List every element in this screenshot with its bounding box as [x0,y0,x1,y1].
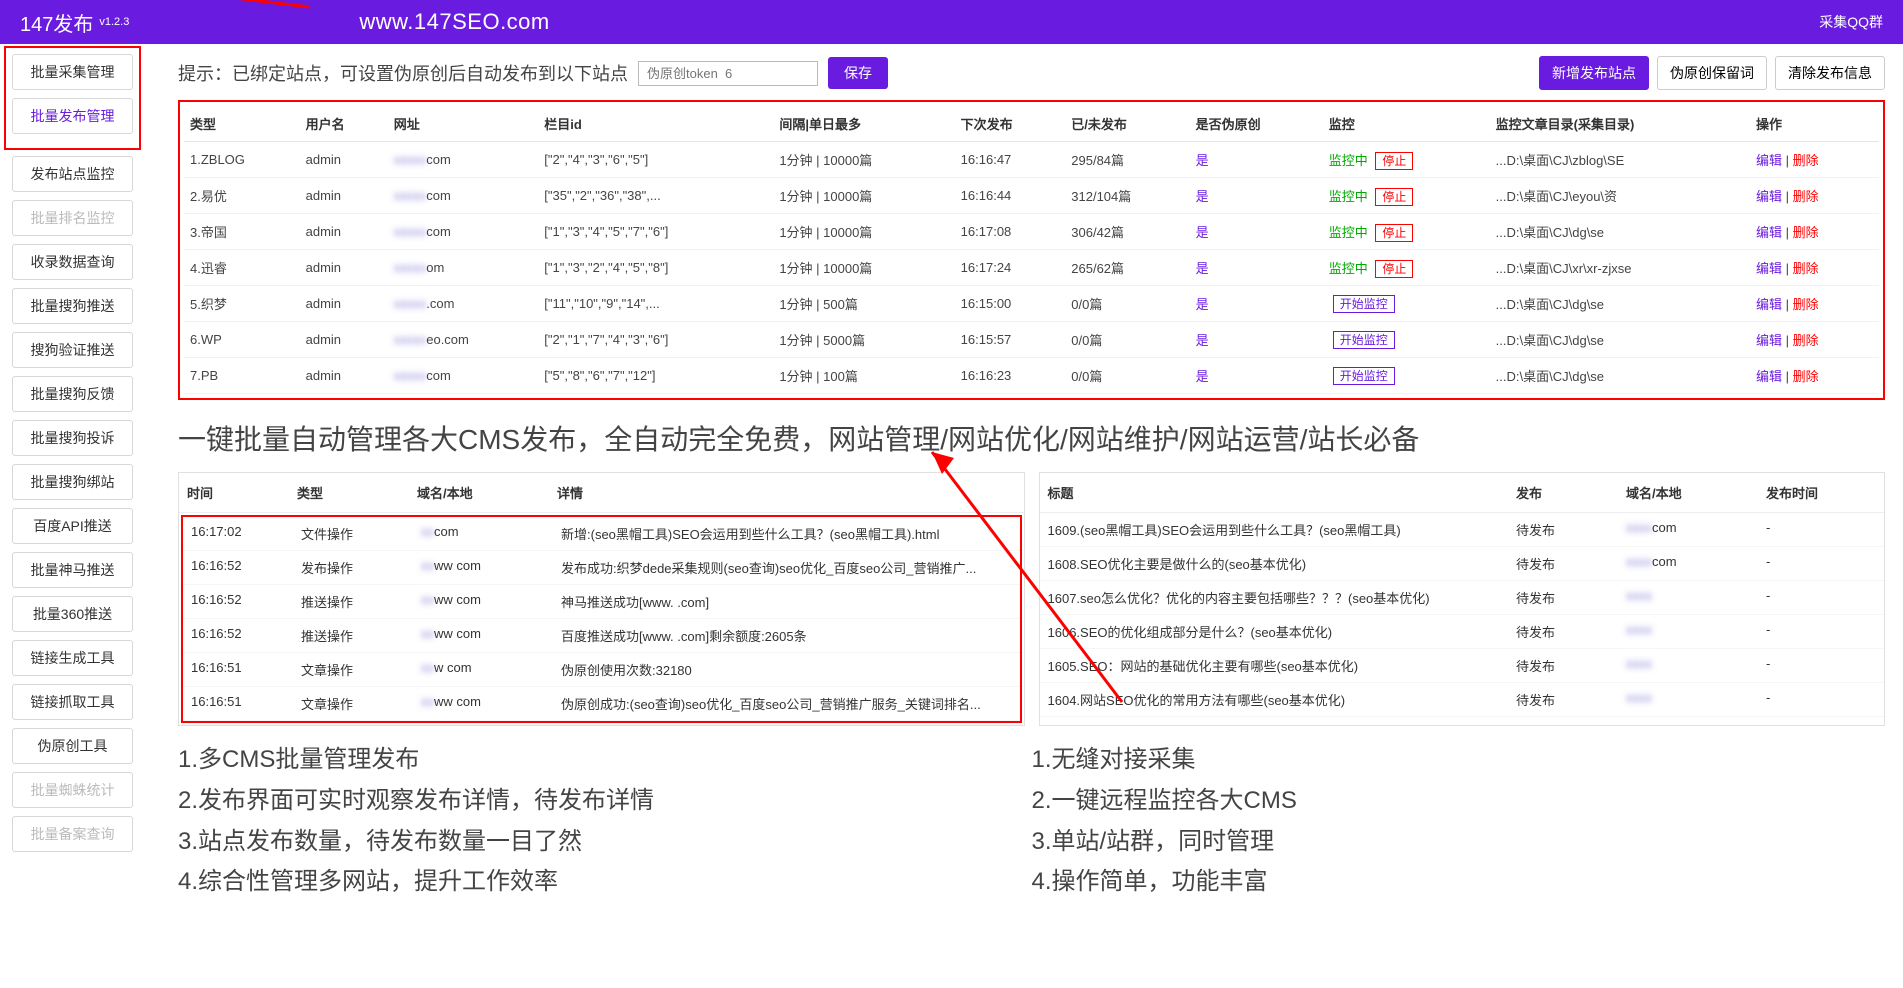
log-row: 16:16:52推送操作xxww com神马推送成功[www. .com] [183,585,1020,619]
site-table-wrap: 类型用户名网址栏目id间隔|单日最多下次发布已/未发布是否伪原创监控监控文章目录… [178,100,1885,400]
stop-monitor-button[interactable]: 停止 [1375,224,1413,242]
hint-text: 提示：已绑定站点，可设置伪原创后自动发布到以下站点 [178,60,628,86]
edit-link[interactable]: 编辑 [1756,261,1782,276]
hint-row: 提示：已绑定站点，可设置伪原创后自动发布到以下站点 保存 新增发布站点 伪原创保… [178,56,1885,90]
log-left: 时间类型域名/本地详情 16:17:02文件操作xxcom新增:(seo黑帽工具… [178,472,1025,726]
sidebar-highlight-box: 批量采集管理 批量发布管理 [4,46,141,150]
save-button[interactable]: 保存 [828,57,888,89]
stop-monitor-button[interactable]: 停止 [1375,188,1413,206]
token-input[interactable] [638,61,818,86]
site-table: 类型用户名网址栏目id间隔|单日最多下次发布已/未发布是否伪原创监控监控文章目录… [184,106,1879,394]
log-row: 1607.seo怎么优化？优化的内容主要包括哪些？？？(seo基本优化)待发布x… [1040,581,1885,615]
delete-link[interactable]: 删除 [1793,153,1819,168]
log-row: 16:16:52推送操作xxww com百度推送成功[www. .com]剩余额… [183,619,1020,653]
edit-link[interactable]: 编辑 [1756,153,1782,168]
delete-link[interactable]: 删除 [1793,261,1819,276]
table-row: 2.易优adminxxxxxcom["35","2","36","38",...… [184,178,1879,214]
sidebar-item-5[interactable]: 批量搜狗反馈 [12,376,133,412]
log-row: 16:16:51文章操作xxw com伪原创使用次数:32180 [183,653,1020,687]
edit-link[interactable]: 编辑 [1756,189,1782,204]
log-row: 16:17:02文件操作xxcom新增:(seo黑帽工具)SEO会运用到些什么工… [183,517,1020,551]
stop-monitor-button[interactable]: 停止 [1375,260,1413,278]
sidebar-item-8[interactable]: 百度API推送 [12,508,133,544]
sidebar-publish-manage[interactable]: 批量发布管理 [12,98,133,134]
clear-info-button[interactable]: 清除发布信息 [1775,56,1885,90]
sidebar-item-15[interactable]: 批量备案查询 [12,816,133,852]
start-monitor-button[interactable]: 开始监控 [1333,367,1395,385]
log-right: 标题发布域名/本地发布时间 1609.(seo黑帽工具)SEO会运用到些什么工具… [1039,472,1886,726]
sidebar-item-11[interactable]: 链接生成工具 [12,640,133,676]
qq-group-link[interactable]: 采集QQ群 [1819,12,1883,32]
version: v1.2.3 [99,16,129,28]
delete-link[interactable]: 删除 [1793,297,1819,312]
table-row: 4.迅睿adminxxxxxom["1","3","2","4","5","8"… [184,250,1879,286]
add-site-button[interactable]: 新增发布站点 [1539,56,1649,90]
sidebar-item-1[interactable]: 批量排名监控 [12,200,133,236]
keep-words-button[interactable]: 伪原创保留词 [1657,56,1767,90]
log-row: 1608.SEO优化主要是做什么的(seo基本优化)待发布xxxxcom- [1040,547,1885,581]
start-monitor-button[interactable]: 开始监控 [1333,331,1395,349]
log-row: 1606.SEO的优化组成部分是什么？(seo基本优化)待发布xxxx- [1040,615,1885,649]
sidebar-item-3[interactable]: 批量搜狗推送 [12,288,133,324]
table-row: 1.ZBLOGadminxxxxxcom["2","4","3","6","5"… [184,142,1879,178]
table-row: 3.帝国adminxxxxxcom["1","3","4","5","7","6… [184,214,1879,250]
sidebar-item-14[interactable]: 批量蜘蛛统计 [12,772,133,808]
log-row: 1609.(seo黑帽工具)SEO会运用到些什么工具？(seo黑帽工具)待发布x… [1040,513,1885,547]
arrow-annotation-1 [0,0,320,12]
headline: 一键批量自动管理各大CMS发布，全自动完全免费，网站管理/网站优化/网站维护/网… [178,418,1885,458]
sidebar-item-4[interactable]: 搜狗验证推送 [12,332,133,368]
sidebar-item-12[interactable]: 链接抓取工具 [12,684,133,720]
delete-link[interactable]: 删除 [1793,333,1819,348]
log-row: 16:16:52发布操作xxww com发布成功:织梦dede采集规则(seo查… [183,551,1020,585]
log-row: 1604.网站SEO优化的常用方法有哪些(seo基本优化)待发布xxxx- [1040,683,1885,717]
main: 提示：已绑定站点，可设置伪原创后自动发布到以下站点 保存 新增发布站点 伪原创保… [160,44,1903,927]
sidebar-item-2[interactable]: 收录数据查询 [12,244,133,280]
log-row: 16:16:51文章操作xxww com伪原创成功:(seo查询)seo优化_百… [183,687,1020,721]
sidebar-collect-manage[interactable]: 批量采集管理 [12,54,133,90]
sidebar-item-6[interactable]: 批量搜狗投诉 [12,420,133,456]
table-row: 5.织梦adminxxxxx.com["11","10","9","14",..… [184,286,1879,322]
sidebar-item-13[interactable]: 伪原创工具 [12,728,133,764]
sidebar-item-9[interactable]: 批量神马推送 [12,552,133,588]
bullets-left: 1.多CMS批量管理发布2.发布界面可实时观察发布详情，待发布详情3.站点发布数… [178,740,1032,903]
delete-link[interactable]: 删除 [1793,369,1819,384]
table-row: 7.PBadminxxxxxcom["5","8","6","7","12"]1… [184,358,1879,394]
edit-link[interactable]: 编辑 [1756,369,1782,384]
delete-link[interactable]: 删除 [1793,189,1819,204]
sidebar-item-0[interactable]: 发布站点监控 [12,156,133,192]
bullets-right: 1.无缝对接采集2.一键远程监控各大CMS3.单站/站群，同时管理4.操作简单，… [1032,740,1886,903]
delete-link[interactable]: 删除 [1793,225,1819,240]
sidebar-item-10[interactable]: 批量360推送 [12,596,133,632]
stop-monitor-button[interactable]: 停止 [1375,152,1413,170]
log-row: 1605.SEO：网站的基础优化主要有哪些(seo基本优化)待发布xxxx- [1040,649,1885,683]
site-url: www.147SEO.com [359,9,549,35]
edit-link[interactable]: 编辑 [1756,333,1782,348]
start-monitor-button[interactable]: 开始监控 [1333,295,1395,313]
table-row: 6.WPadminxxxxxeo.com["2","1","7","4","3"… [184,322,1879,358]
edit-link[interactable]: 编辑 [1756,297,1782,312]
sidebar-item-7[interactable]: 批量搜狗绑站 [12,464,133,500]
edit-link[interactable]: 编辑 [1756,225,1782,240]
sidebar: 批量采集管理 批量发布管理 发布站点监控批量排名监控收录数据查询批量搜狗推送搜狗… [0,44,145,870]
